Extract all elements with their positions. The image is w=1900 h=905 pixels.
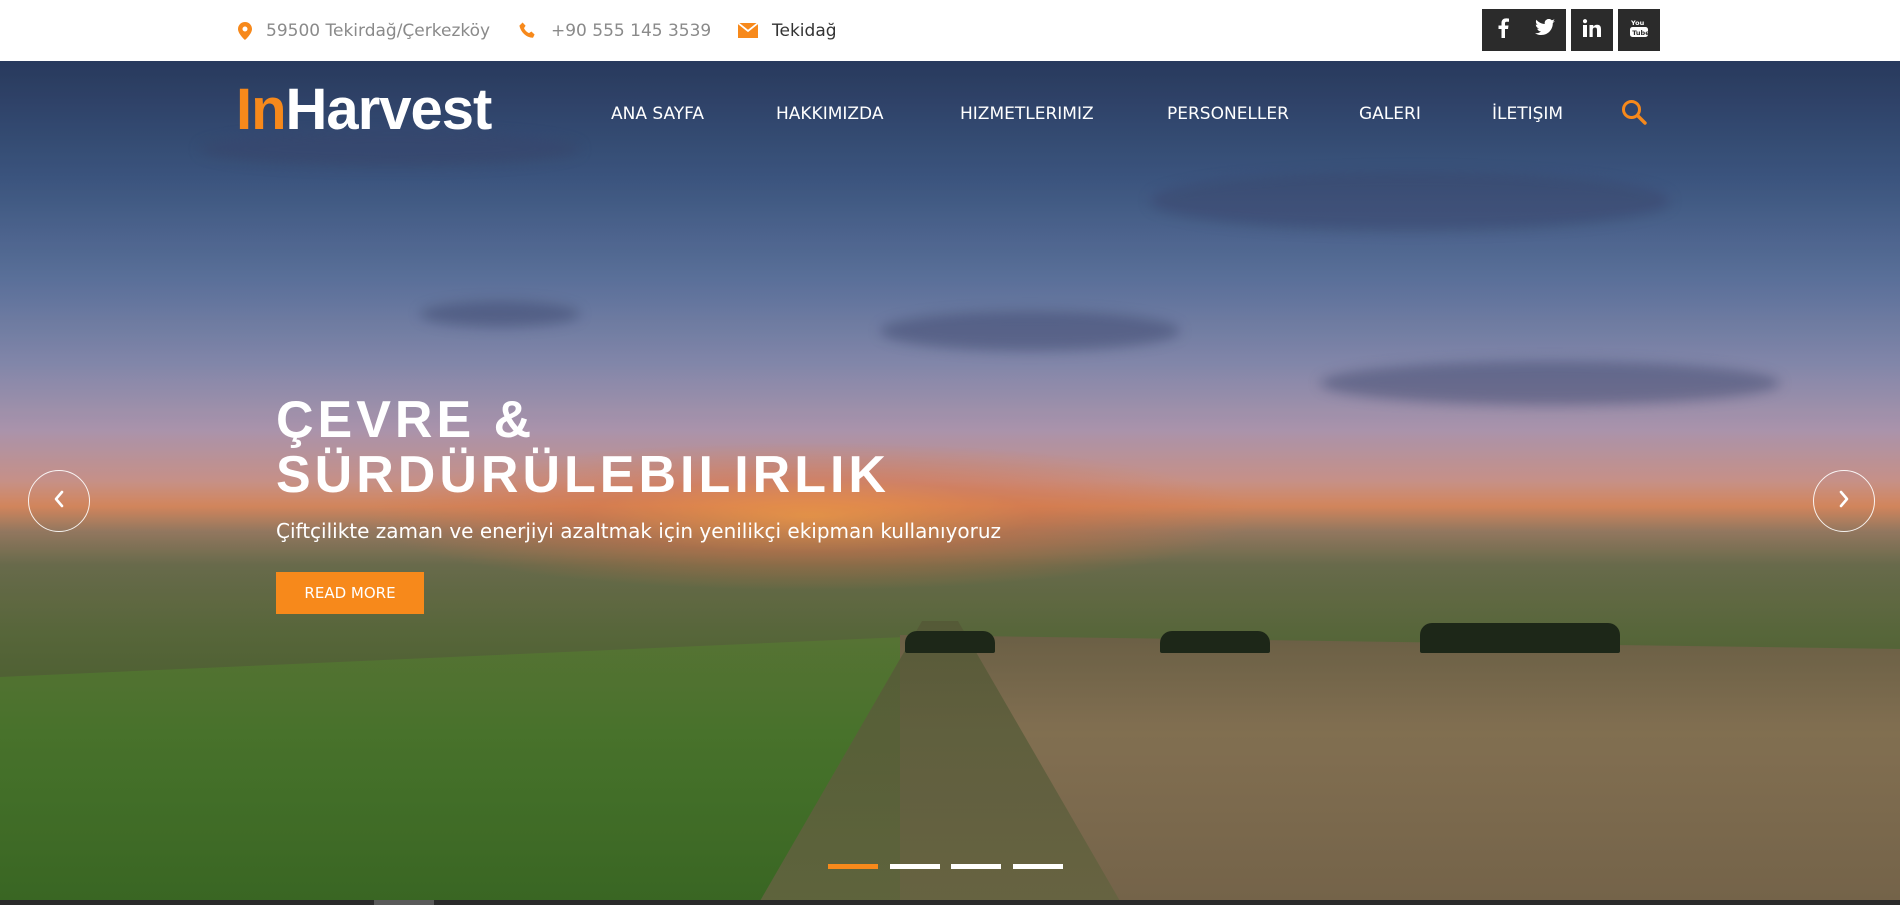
email-text[interactable]: Tekidağ <box>772 21 837 41</box>
slider-dot-4[interactable] <box>1013 864 1063 869</box>
linkedin-button[interactable] <box>1571 9 1613 51</box>
top-info-bar: 59500 Tekirdağ/Çerkezköy +90 555 145 353… <box>0 0 1900 61</box>
slide-subtitle: Çiftçilikte zaman ve enerjiyi azaltmak i… <box>276 519 1002 543</box>
twitter-button[interactable] <box>1524 9 1566 51</box>
nav-item-services[interactable]: HIZMETLERIMIZ <box>960 100 1094 128</box>
read-more-button[interactable]: READ MORE <box>276 572 424 614</box>
address-item: 59500 Tekirdağ/Çerkezköy <box>238 0 490 61</box>
chevron-right-icon <box>1837 489 1851 514</box>
youtube-button[interactable]: You Tube <box>1618 9 1660 51</box>
nav-item-home[interactable]: ANA SAYFA <box>611 100 704 128</box>
map-pin-icon <box>238 21 252 40</box>
envelope-icon <box>738 23 758 38</box>
nav-item-contact[interactable]: İLETIŞIM <box>1492 100 1563 128</box>
search-button[interactable] <box>1619 99 1649 129</box>
logo-prefix: In <box>236 76 287 142</box>
slide-title: ÇEVRE & SÜRDÜRÜLEBILIRLIK <box>276 393 1036 503</box>
slider-prev-button[interactable] <box>28 470 90 532</box>
site-logo[interactable]: In Harvest <box>236 76 493 142</box>
svg-text:You: You <box>1630 19 1645 27</box>
svg-text:Tube: Tube <box>1632 29 1648 37</box>
search-icon <box>1621 99 1647 130</box>
slider-dot-3[interactable] <box>951 864 1001 869</box>
nav-item-about[interactable]: HAKKIMIZDA <box>776 100 883 128</box>
logo-suffix: Harvest <box>285 76 493 142</box>
youtube-icon: You Tube <box>1630 18 1650 43</box>
slider-dot-2[interactable] <box>890 864 940 869</box>
bottom-scrollbar[interactable] <box>0 900 1900 905</box>
phone-item: +90 555 145 3539 <box>519 0 711 61</box>
facebook-icon <box>1497 17 1509 43</box>
phone-icon <box>519 22 537 40</box>
scrollbar-thumb[interactable] <box>374 900 434 905</box>
nav-item-gallery[interactable]: GALERI <box>1359 100 1421 128</box>
facebook-button[interactable] <box>1482 9 1524 51</box>
address-text: 59500 Tekirdağ/Çerkezköy <box>266 20 491 41</box>
chevron-left-icon <box>52 489 66 514</box>
slide-title-line-1: ÇEVRE & <box>276 391 536 449</box>
phone-text[interactable]: +90 555 145 3539 <box>551 21 711 41</box>
twitter-icon <box>1535 18 1555 41</box>
slide-title-line-2: SÜRDÜRÜLEBILIRLIK <box>276 446 890 504</box>
slider-dot-1[interactable] <box>828 864 878 869</box>
slider-next-button[interactable] <box>1813 470 1875 532</box>
linkedin-icon <box>1582 18 1601 42</box>
nav-item-staff[interactable]: PERSONELLER <box>1167 100 1289 128</box>
email-item: Tekidağ <box>738 0 837 61</box>
